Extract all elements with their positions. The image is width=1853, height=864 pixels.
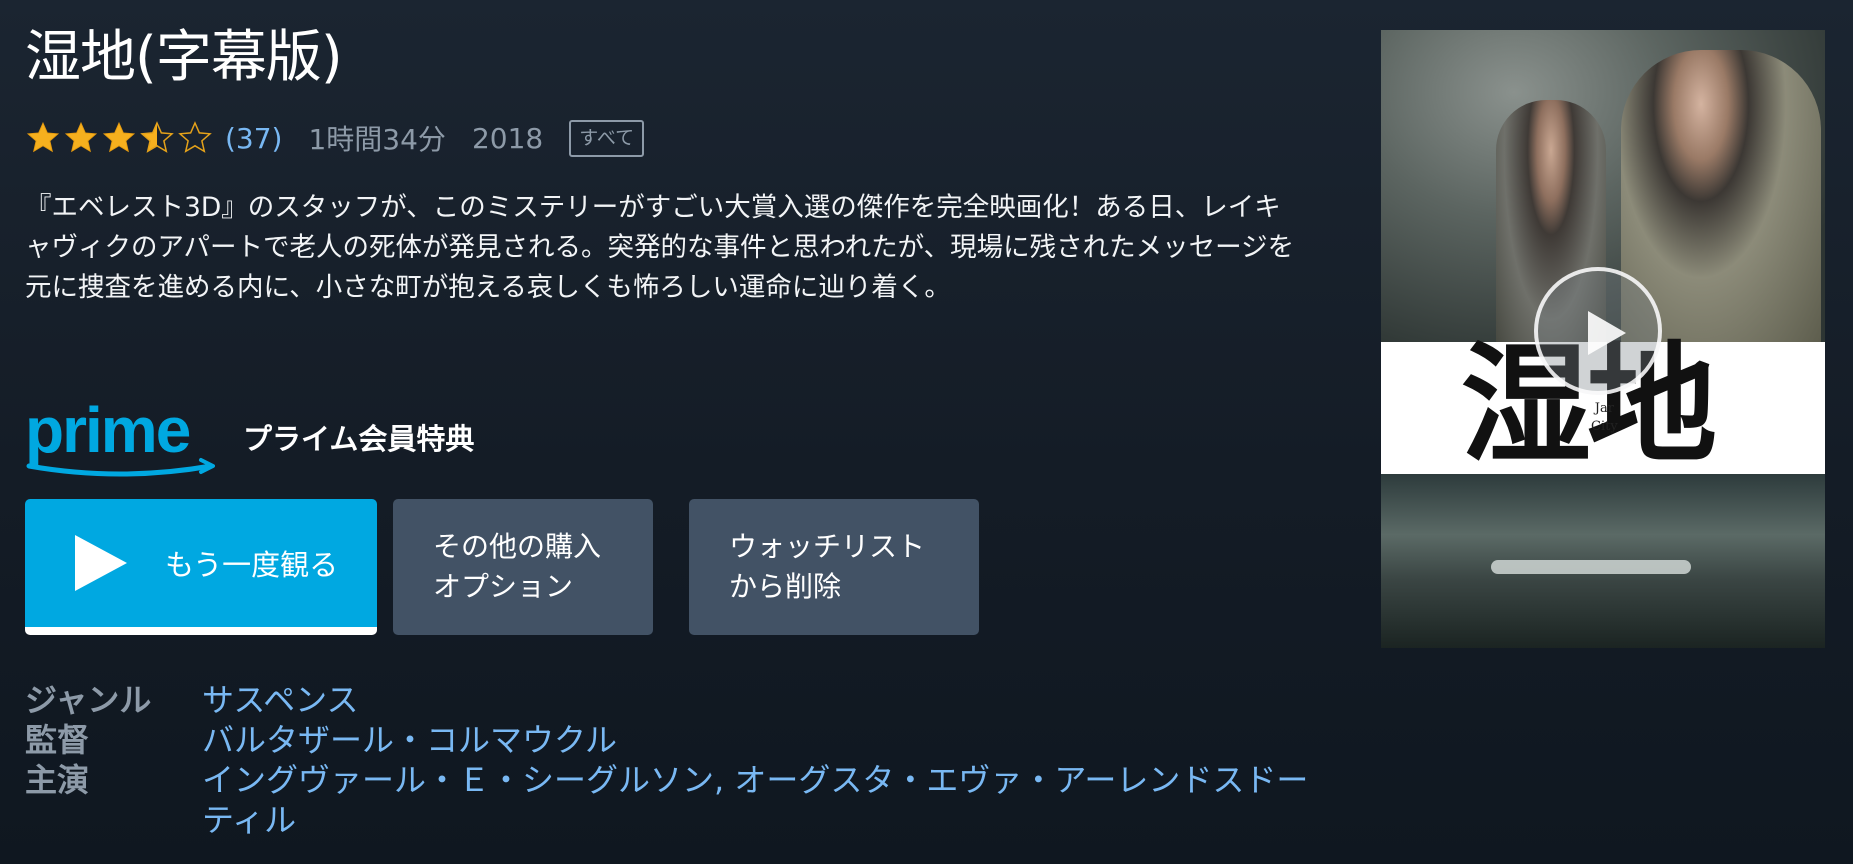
genre-link[interactable]: サスペンス — [202, 680, 1312, 720]
cast-links[interactable]: イングヴァール・Ｅ・シーグルソン, オーグスタ・エヴァ・アーレンドスドーティル — [202, 760, 1312, 840]
details-list: ジャンル サスペンス 監督 バルタザール・コルマウクル 主演 イングヴァール・Ｅ… — [25, 680, 1312, 840]
release-year: 2018 — [471, 121, 544, 155]
prime-benefit-label: プライム会員特典 — [243, 422, 475, 456]
prime-logo: prime — [25, 402, 215, 477]
star-full-icon — [102, 121, 136, 153]
cast-label: 主演 — [25, 761, 90, 799]
star-rating[interactable] — [25, 120, 215, 156]
play-button-label: もう一度観る — [165, 548, 339, 582]
other-purchase-line2: オプション — [433, 570, 574, 603]
poster-subtitle-line1: Jar — [1594, 401, 1614, 416]
synopsis: 『エベレスト3D』のスタッフが、このミステリーがすごい大賞入選の傑作を完全映画化… — [25, 192, 1295, 303]
detail-row-genre: ジャンル サスペンス — [25, 680, 1312, 720]
poster-body-figure — [1491, 560, 1691, 574]
star-empty-icon — [178, 121, 212, 153]
watchlist-line1: ウォッチリスト — [729, 530, 926, 563]
star-full-icon — [26, 121, 60, 153]
play-icon — [1588, 311, 1626, 355]
remove-from-watchlist-button[interactable]: ウォッチリスト から削除 — [689, 499, 979, 635]
director-link[interactable]: バルタザール・コルマウクル — [202, 720, 1312, 760]
poster-play-button[interactable] — [1534, 267, 1662, 395]
other-purchase-line1: その他の購入 — [433, 530, 602, 563]
genre-label: ジャンル — [25, 681, 152, 719]
page-title: 湿地(字幕版) — [25, 25, 343, 90]
play-button[interactable]: もう一度観る — [25, 499, 377, 635]
review-count-link[interactable]: (37) — [225, 122, 282, 155]
detail-row-director: 監督 バルタザール・コルマウクル — [25, 720, 1312, 760]
meta-row: (37) 1時間34分 2018 すべて — [25, 114, 645, 162]
runtime: 1時間34分 — [308, 123, 446, 156]
prime-row: prime プライム会員特典 — [25, 402, 474, 478]
maturity-rating-badge: すべて — [569, 119, 645, 157]
play-icon — [75, 535, 127, 591]
poster-subtitle-line2: City — [1591, 419, 1618, 434]
poster-subtitle: Jar City — [1591, 400, 1618, 436]
prime-logo-text: prime — [25, 402, 190, 466]
detail-row-cast: 主演 イングヴァール・Ｅ・シーグルソン, オーグスタ・エヴァ・アーレンドスドーテ… — [25, 760, 1312, 840]
watchlist-line2: から削除 — [729, 570, 842, 603]
star-half-icon — [140, 121, 174, 153]
director-label: 監督 — [25, 721, 90, 759]
poster-image[interactable]: 湿地 Jar City — [1381, 30, 1825, 648]
other-purchase-options-button[interactable]: その他の購入 オプション — [393, 499, 653, 635]
star-full-icon — [64, 121, 98, 153]
